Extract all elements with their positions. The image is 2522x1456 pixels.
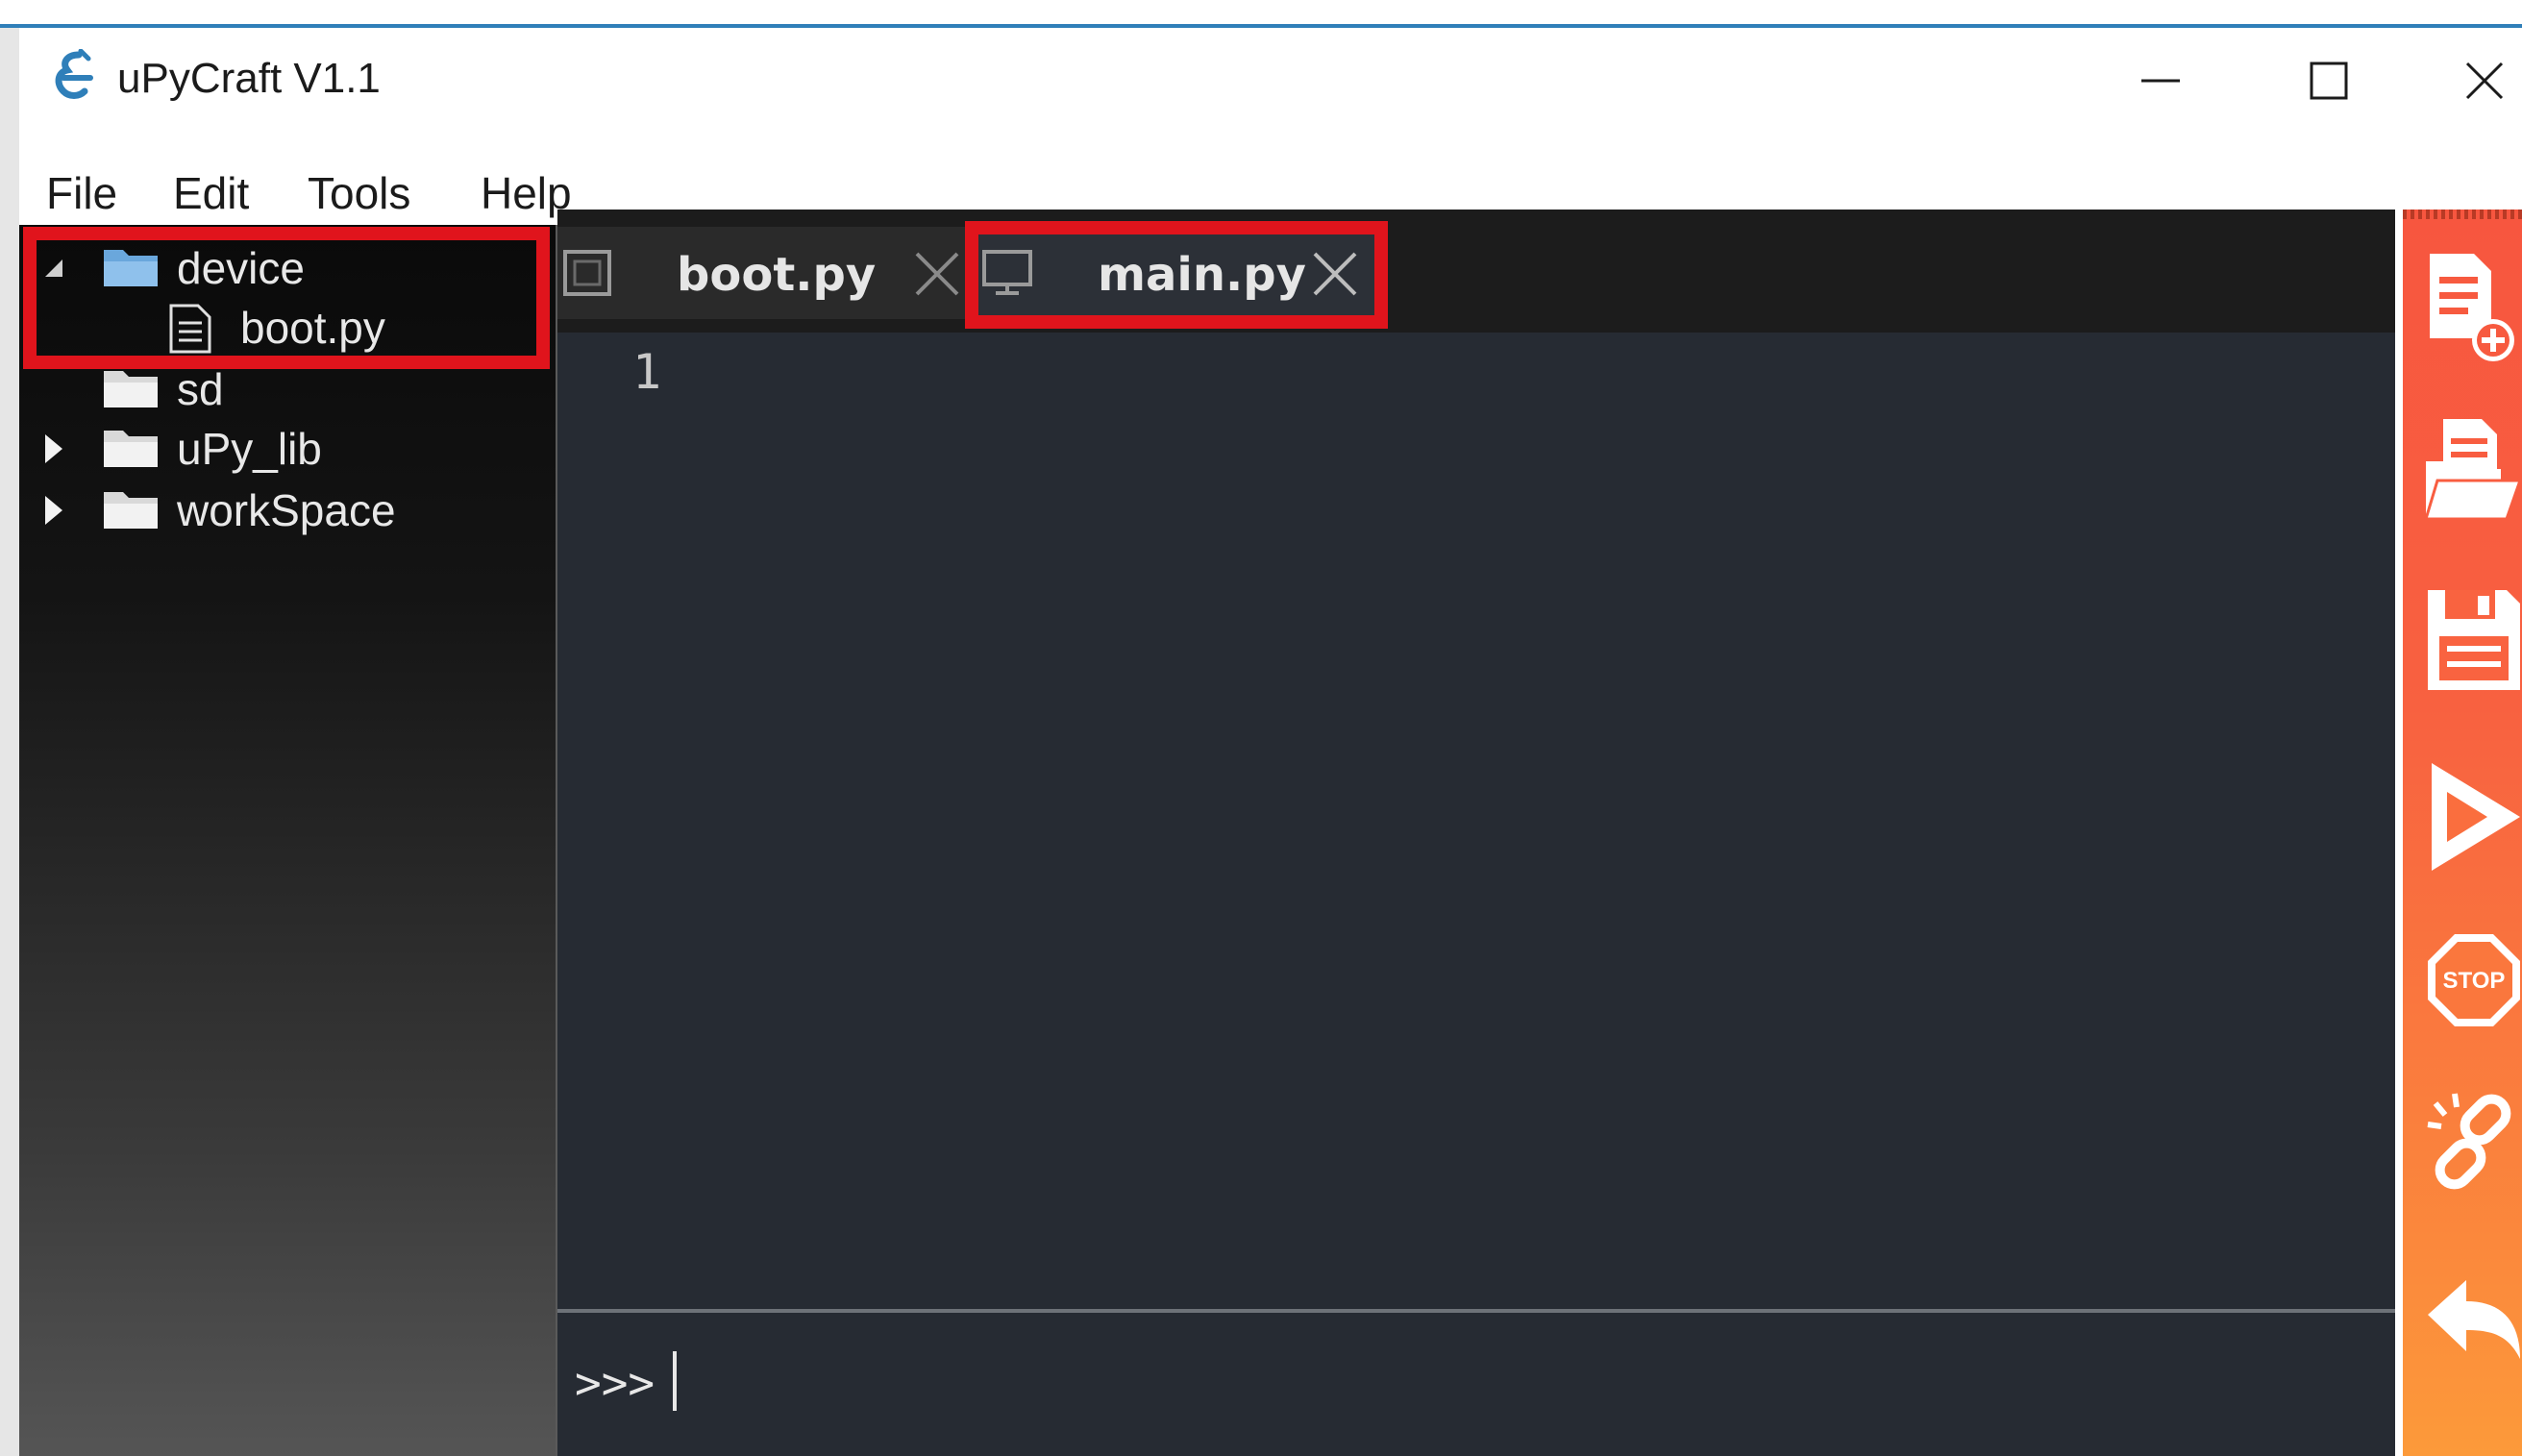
tree-label: workSpace bbox=[177, 485, 396, 535]
minimize-button[interactable] bbox=[2108, 47, 2213, 114]
tree-item-boot-py[interactable]: boot.py bbox=[19, 298, 556, 358]
console-panel[interactable]: >>> bbox=[557, 1313, 2395, 1456]
file-tab-icon bbox=[563, 250, 611, 296]
folder-icon bbox=[104, 431, 158, 467]
close-button[interactable] bbox=[2432, 47, 2522, 114]
svg-text:STOP: STOP bbox=[2443, 968, 2506, 994]
tab-bar: boot.py main.py bbox=[557, 210, 2395, 333]
maximize-icon bbox=[2310, 62, 2348, 100]
close-icon bbox=[2465, 62, 2504, 100]
tab-main-py[interactable]: main.py bbox=[967, 227, 1376, 319]
title-bar[interactable]: uPyCraft V1.1 bbox=[19, 28, 2522, 138]
file-icon bbox=[169, 304, 211, 354]
tab-close-icon[interactable] bbox=[911, 248, 963, 300]
tab-label: main.py bbox=[1098, 248, 1306, 302]
screen: uPyCraft V1.1 File Edit Tools Help devic… bbox=[0, 0, 2522, 1456]
connect-icon[interactable] bbox=[2424, 1090, 2522, 1215]
window-title: uPyCraft V1.1 bbox=[117, 55, 381, 102]
toolbar-grip bbox=[2403, 210, 2522, 219]
menu-tools[interactable]: Tools bbox=[308, 167, 410, 219]
tab-label: boot.py bbox=[677, 248, 877, 302]
line-number: 1 bbox=[632, 344, 662, 400]
tree-label: device bbox=[177, 243, 305, 293]
new-file-icon[interactable] bbox=[2424, 248, 2522, 373]
file-tree-panel: device boot.py sd uPy_lib workSpace bbox=[19, 225, 556, 1456]
text-caret bbox=[673, 1351, 677, 1411]
collapsed-arrow-icon[interactable] bbox=[35, 481, 73, 540]
action-toolbar: STOP bbox=[2403, 210, 2522, 1456]
open-file-icon[interactable] bbox=[2424, 413, 2522, 538]
tree-label: sd bbox=[177, 364, 224, 414]
app-window: uPyCraft V1.1 File Edit Tools Help devic… bbox=[19, 28, 2522, 1456]
tree-label: boot.py bbox=[240, 303, 385, 353]
tree-label: uPy_lib bbox=[177, 424, 322, 474]
desktop-gutter bbox=[0, 28, 19, 1456]
editor-panel: boot.py main.py 1 >>> bbox=[557, 210, 2395, 1456]
menu-edit[interactable]: Edit bbox=[173, 167, 249, 219]
undo-icon[interactable] bbox=[2424, 1267, 2522, 1392]
console-prompt: >>> bbox=[575, 1357, 655, 1409]
collapsed-arrow-icon[interactable] bbox=[35, 419, 73, 479]
tree-item-upy-lib[interactable]: uPy_lib bbox=[19, 419, 556, 479]
maximize-button[interactable] bbox=[2276, 47, 2382, 114]
folder-icon bbox=[104, 250, 158, 286]
app-logo-icon bbox=[55, 49, 93, 99]
tree-item-device[interactable]: device bbox=[19, 238, 556, 298]
tree-item-workspace[interactable]: workSpace bbox=[19, 481, 556, 540]
menu-file[interactable]: File bbox=[46, 167, 117, 219]
tree-item-sd[interactable]: sd bbox=[19, 359, 556, 419]
expanded-arrow-icon[interactable] bbox=[35, 238, 73, 298]
folder-icon bbox=[104, 371, 158, 407]
save-icon[interactable] bbox=[2424, 582, 2522, 707]
run-icon[interactable] bbox=[2424, 753, 2522, 878]
minimize-icon bbox=[2141, 79, 2180, 83]
stop-icon[interactable]: STOP bbox=[2424, 921, 2522, 1046]
tab-close-icon[interactable] bbox=[1309, 248, 1361, 300]
tab-boot-py[interactable]: boot.py bbox=[557, 227, 967, 319]
monitor-icon bbox=[982, 250, 1032, 295]
folder-icon bbox=[104, 492, 158, 529]
